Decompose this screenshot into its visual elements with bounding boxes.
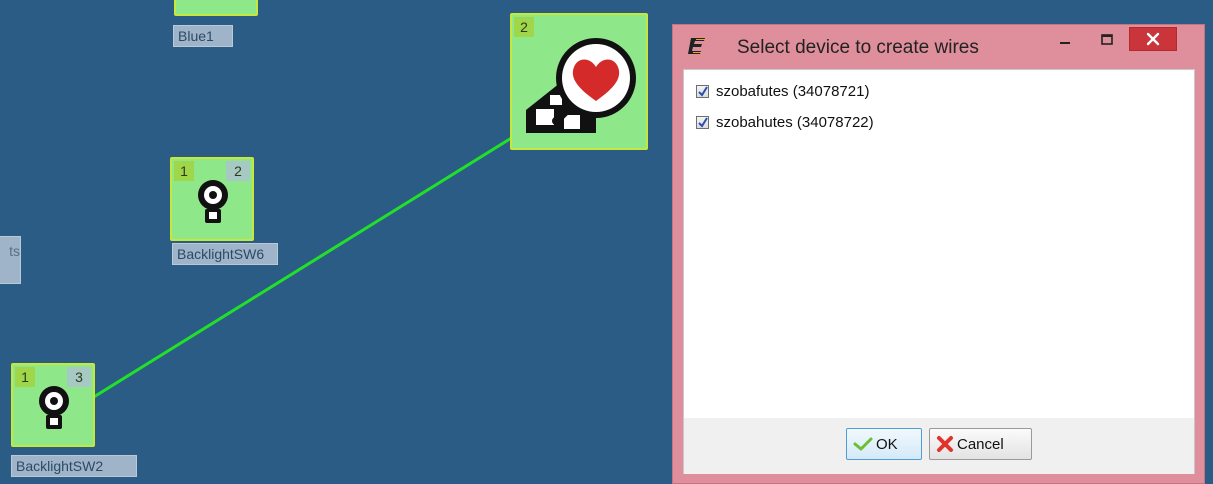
list-item-label: szobahutes (34078722) — [716, 113, 874, 131]
checkmark-icon — [853, 437, 873, 451]
device-list[interactable]: szobafutes (34078721) szobahutes (340787… — [684, 70, 1194, 419]
dialog-title: Select device to create wires — [737, 37, 979, 58]
cancel-button-label: Cancel — [957, 435, 1004, 453]
dialog-client: szobafutes (34078721) szobahutes (340787… — [683, 69, 1195, 474]
node-backlight-sw6-label: BacklightSW6 — [172, 243, 278, 265]
maximize-icon — [1101, 34, 1113, 45]
bulb-icon — [198, 180, 228, 223]
minimize-button[interactable] — [1049, 29, 1081, 51]
list-item[interactable]: szobahutes (34078722) — [696, 112, 874, 132]
check-icon — [698, 85, 708, 97]
ok-button[interactable]: OK — [846, 428, 922, 460]
close-icon — [1146, 32, 1160, 46]
select-device-dialog: Select device to create wires szobafutes… — [672, 24, 1205, 484]
dialog-titlebar[interactable]: Select device to create wires — [673, 25, 1204, 70]
heart-home-icon — [526, 38, 636, 133]
dialog-footer: OK Cancel — [684, 418, 1194, 474]
node-backlight-sw2[interactable]: 1 3 — [11, 363, 95, 447]
node-partial-label: ts — [0, 236, 21, 284]
ok-button-label: OK — [876, 435, 898, 453]
check-icon — [698, 116, 708, 128]
node-blue1-label: Blue1 — [173, 25, 233, 47]
bulb-icon — [39, 386, 69, 429]
maximize-button[interactable] — [1091, 29, 1123, 51]
cancel-x-icon — [937, 436, 953, 452]
list-item-label: szobafutes (34078721) — [716, 82, 870, 100]
node-backlight-sw2-label: BacklightSW2 — [11, 455, 137, 477]
checkbox[interactable] — [696, 84, 709, 98]
node-blue1[interactable] — [174, 0, 258, 16]
minimize-icon — [1060, 42, 1070, 44]
node-backlight-sw6[interactable]: 1 2 — [170, 157, 254, 241]
checkbox[interactable] — [696, 115, 709, 129]
ease-logo-icon — [688, 38, 706, 54]
cancel-button[interactable]: Cancel — [929, 428, 1032, 460]
node-heart-home[interactable]: 2 — [510, 13, 648, 150]
list-item[interactable]: szobafutes (34078721) — [696, 81, 869, 101]
close-button[interactable] — [1129, 27, 1177, 51]
